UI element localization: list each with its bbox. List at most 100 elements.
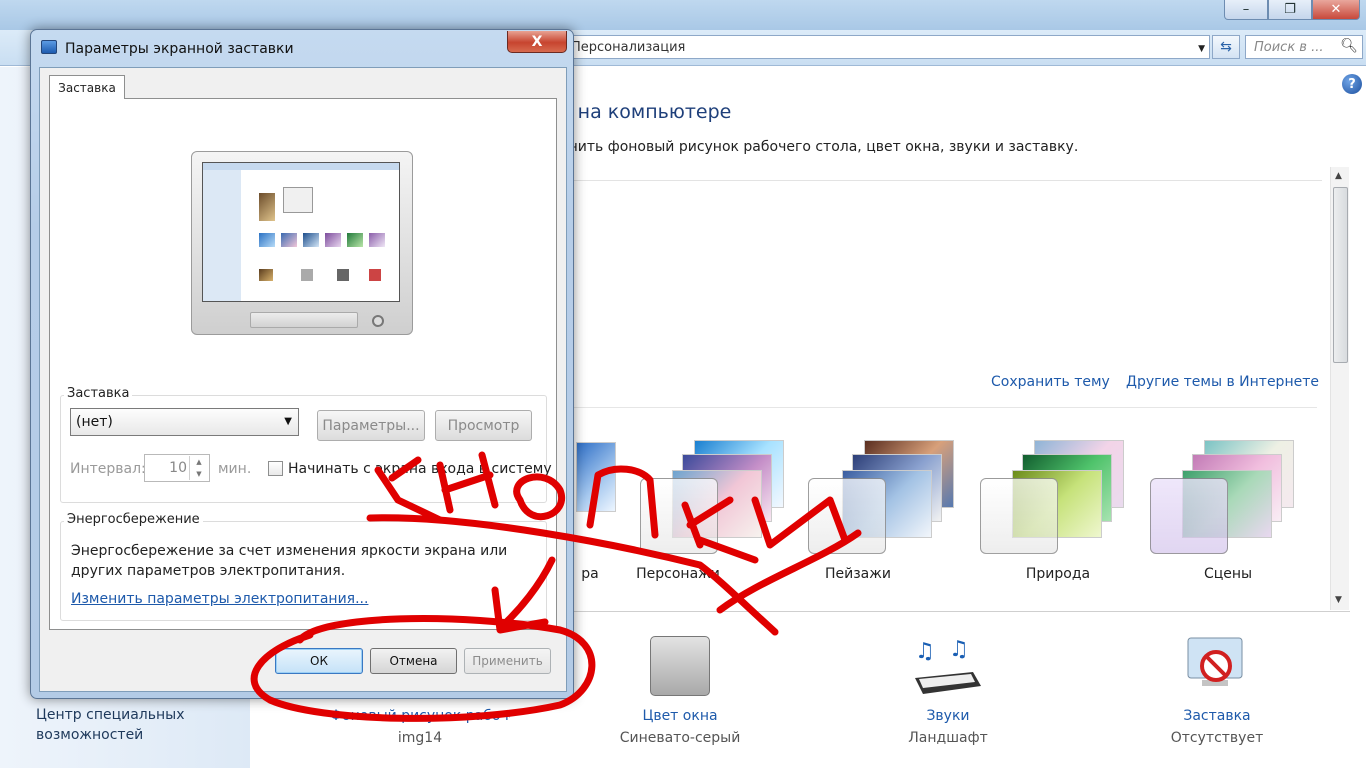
bottom-item-title: Фоновый рисунок рабочего стола — [330, 708, 510, 724]
energy-description: Энергосбережение за счет изменения яркос… — [71, 543, 508, 579]
bottom-item-title: Заставка — [1183, 708, 1251, 724]
group-label: Энергосбережение — [64, 512, 203, 527]
preview-thumb — [325, 233, 341, 247]
divider — [560, 180, 1322, 181]
preview-thumb — [259, 233, 275, 247]
close-icon: ✕ — [1330, 2, 1342, 17]
preview-thumb — [259, 269, 273, 281]
power-icon — [372, 315, 384, 327]
bottom-item-subtitle: Синевато-серый — [619, 730, 741, 746]
logon-checkbox[interactable] — [268, 461, 283, 476]
theme-tile[interactable]: Персонажи — [636, 436, 798, 586]
chevron-down-icon[interactable]: ▼ — [1198, 44, 1205, 54]
spin-up-icon[interactable]: ▲ — [190, 456, 208, 468]
select-value: (нет) — [76, 414, 113, 430]
preview-topbar — [203, 163, 399, 170]
restore-icon: ❐ — [1284, 2, 1296, 17]
cancel-button[interactable]: Отмена — [370, 648, 457, 674]
window-color-item[interactable]: Цвет окна Синевато-серый — [590, 632, 770, 746]
logon-label: Начинать с экрана входа в систему — [288, 461, 552, 477]
sounds-item[interactable]: ♫ ♫ Звуки Ландшафт — [858, 632, 1038, 746]
monitor-icon — [41, 40, 57, 54]
theme-preview — [576, 442, 616, 512]
preview-thumb — [259, 193, 275, 221]
theme-selection-glass — [980, 478, 1058, 554]
screensaver-settings-dialog: Параметры экранной заставки X Заставка З… — [30, 29, 574, 699]
theme-selection-glass — [808, 478, 886, 554]
interval-stepper[interactable]: 10 ▲ ▼ — [144, 454, 210, 482]
close-icon: X — [531, 33, 543, 50]
window-titlebar: – ❐ ✕ — [0, 0, 1366, 30]
theme-label: Пейзажи — [825, 566, 891, 582]
interval-value: 10 — [169, 460, 187, 476]
preview-thumb — [301, 269, 313, 281]
screensaver-select[interactable]: (нет) ▼ — [70, 408, 299, 436]
theme-tile[interactable]: Природа — [978, 436, 1138, 586]
bottom-item-subtitle: Ландшафт — [908, 730, 988, 746]
theme-label: Природа — [1025, 566, 1091, 582]
page-title: а на компьютере — [560, 101, 732, 123]
more-themes-link[interactable]: Другие темы в Интернете — [1126, 374, 1319, 390]
theme-tile[interactable]: Пейзажи — [808, 436, 968, 586]
help-icon[interactable]: ? — [1342, 74, 1362, 94]
dialog-title: Параметры экранной заставки — [65, 41, 294, 57]
preview-screen — [202, 162, 400, 302]
sidebar-link-accessibility[interactable]: Центр специальных возможностей — [36, 705, 216, 745]
window-close-button[interactable]: ✕ — [1312, 0, 1360, 20]
spin-down-icon[interactable]: ▼ — [190, 468, 208, 480]
interval-unit: мин. — [218, 461, 252, 477]
bottom-item-title: Звуки — [926, 708, 970, 724]
sounds-icon: ♫ ♫ — [915, 632, 981, 696]
screensaver-item[interactable]: Заставка Отсутствует — [1127, 632, 1307, 746]
params-button[interactable]: Параметры... — [317, 410, 425, 441]
search-input[interactable]: Поиск в ... 🔍︎ — [1245, 35, 1363, 59]
divider — [560, 407, 1317, 408]
refresh-icon: ⇆ — [1220, 39, 1232, 55]
screensaver-preview-monitor — [191, 151, 413, 335]
preview-mini-dialog — [283, 187, 313, 213]
bottom-item-subtitle: img14 — [397, 730, 443, 746]
theme-tile[interactable]: Сцены — [1148, 436, 1308, 586]
ok-button[interactable]: ОК — [275, 648, 363, 674]
minimize-button[interactable]: – — [1224, 0, 1268, 20]
apply-button[interactable]: Применить — [464, 648, 551, 674]
preview-button[interactable]: Просмотр — [435, 410, 532, 441]
window-color-icon — [650, 636, 710, 696]
preview-thumb — [347, 233, 363, 247]
search-placeholder: Поиск в ... — [1254, 39, 1324, 55]
maximize-button[interactable]: ❐ — [1268, 0, 1312, 20]
svg-text:♫: ♫ — [949, 637, 969, 662]
bottom-item-subtitle: Отсутствует — [1170, 730, 1264, 746]
interval-label: Интервал: — [70, 461, 146, 477]
chevron-down-icon: ▼ — [284, 416, 292, 427]
screensaver-icon — [1185, 632, 1249, 696]
spin-buttons[interactable]: ▲ ▼ — [189, 456, 208, 480]
scroll-up-icon[interactable]: ▲ — [1335, 171, 1342, 181]
tab-screensaver[interactable]: Заставка — [49, 75, 125, 99]
preview-sidebar — [203, 163, 241, 301]
themes-scrollbar[interactable]: ▲ ▼ — [1330, 167, 1349, 610]
minimize-icon: – — [1242, 2, 1250, 17]
preview-thumb — [369, 269, 381, 281]
tab-panel: Заставка (нет) ▼ Параметры... Просмотр И… — [49, 98, 557, 630]
refresh-button[interactable]: ⇆ — [1212, 35, 1240, 59]
preview-thumb — [337, 269, 349, 281]
theme-selection-glass — [1150, 478, 1228, 554]
bottom-item-title: Цвет окна — [642, 708, 718, 724]
dialog-body: Заставка Заставка (нет) ▼ Параметры... П… — [39, 67, 567, 692]
dialog-close-button[interactable]: X — [507, 31, 567, 53]
theme-label: Сцены — [1203, 566, 1253, 582]
svg-text:♫: ♫ — [915, 639, 935, 664]
power-settings-link[interactable]: Изменить параметры электропитания... — [71, 591, 368, 607]
scroll-down-icon[interactable]: ▼ — [1335, 595, 1342, 605]
preview-thumb — [303, 233, 319, 247]
page-description: енить фоновый рисунок рабочего стола, цв… — [560, 139, 1079, 155]
address-field[interactable]: Персонализация ▼ — [560, 35, 1210, 59]
window-controls: – ❐ ✕ — [1224, 0, 1360, 20]
save-theme-link[interactable]: Сохранить тему — [991, 374, 1110, 390]
scroll-thumb[interactable] — [1333, 187, 1348, 363]
address-text: Персонализация — [571, 39, 686, 55]
group-label: Заставка — [64, 386, 133, 401]
preview-thumb — [369, 233, 385, 247]
theme-label: Персонажи — [636, 566, 720, 582]
